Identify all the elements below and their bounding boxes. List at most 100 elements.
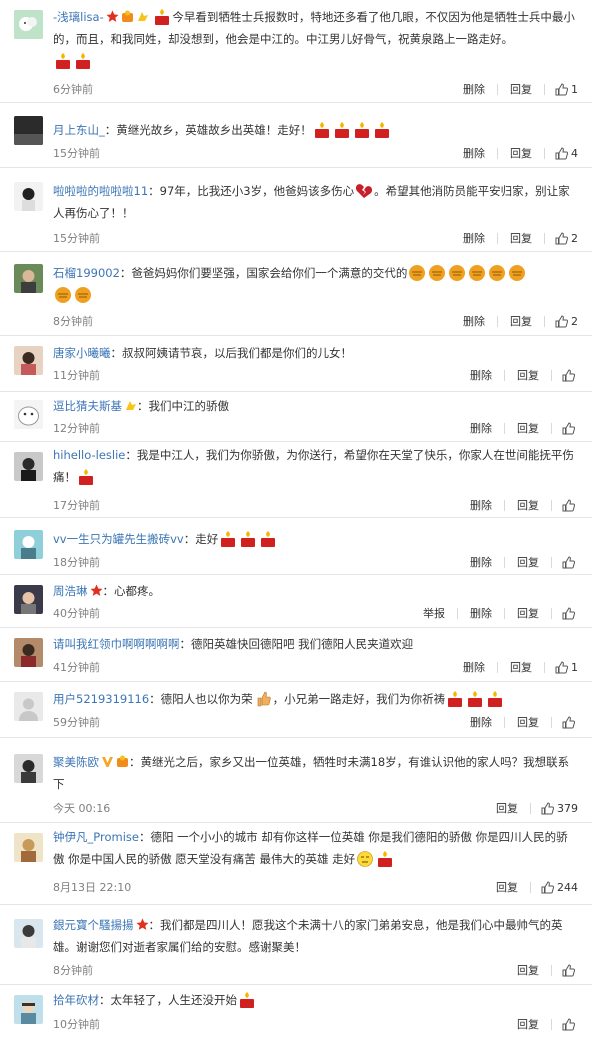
delete-button[interactable]: 删除: [468, 367, 494, 383]
delete-button[interactable]: 删除: [468, 714, 494, 730]
avatar[interactable]: [14, 754, 43, 783]
like-button[interactable]: [562, 606, 578, 620]
like-button[interactable]: 1: [555, 83, 578, 96]
comment-item: 石榴199002：爸爸妈妈你们要坚强，国家会给你们一个满意的交代的 8分钟前 删…: [0, 252, 592, 336]
thumbs-up-icon: [555, 231, 568, 244]
commenter-name[interactable]: 拾年砍材: [53, 993, 99, 1007]
reply-button[interactable]: 回复: [515, 1016, 541, 1032]
avatar[interactable]: [14, 400, 43, 429]
like-button[interactable]: 1: [555, 661, 578, 674]
thumbs-up-icon: [562, 1017, 575, 1030]
like-button[interactable]: [562, 368, 578, 382]
like-button[interactable]: [562, 1017, 578, 1031]
like-button[interactable]: [562, 555, 578, 569]
reply-button[interactable]: 回复: [494, 879, 520, 895]
avatar[interactable]: [14, 530, 43, 559]
like-button[interactable]: [562, 963, 578, 977]
commenter-name[interactable]: 周浩琳: [53, 584, 88, 598]
avatar[interactable]: [14, 264, 43, 293]
thumbs-up-icon: [555, 314, 568, 327]
like-count: 244: [557, 880, 578, 894]
reply-button[interactable]: 回复: [508, 145, 534, 161]
comment-item: 钟伊凡_Promise：德阳 一个小小的城市 却有你这样一位英雄 你是我们德阳的…: [0, 823, 592, 905]
avatar[interactable]: [14, 638, 43, 667]
like-count: 1: [571, 82, 578, 96]
avatar[interactable]: [14, 995, 43, 1024]
report-button[interactable]: 举报: [421, 605, 447, 621]
delete-button[interactable]: 删除: [461, 313, 487, 329]
reply-button[interactable]: 回复: [515, 714, 541, 730]
candle-emoji-icon: [56, 53, 70, 69]
like-button[interactable]: [562, 498, 578, 512]
like-button[interactable]: 4: [555, 147, 578, 160]
reply-button[interactable]: 回复: [515, 962, 541, 978]
red-star-badge-icon: [90, 584, 102, 596]
reply-button[interactable]: 回复: [515, 605, 541, 621]
fist-emoji-icon: [429, 265, 446, 281]
commenter-name[interactable]: 请叫我红领巾啊啊啊啊啊: [53, 637, 180, 651]
reply-button[interactable]: 回复: [515, 554, 541, 570]
commenter-name[interactable]: 銀元寶个騷揚揚: [53, 918, 134, 932]
like-button[interactable]: 2: [555, 232, 578, 245]
like-button[interactable]: [562, 715, 578, 729]
avatar[interactable]: [14, 452, 43, 481]
comment-time: 8分钟前: [53, 315, 93, 328]
delete-button[interactable]: 删除: [461, 230, 487, 246]
like-button[interactable]: 2: [555, 315, 578, 328]
commenter-name[interactable]: vv一生只为罐先生搬砖vv: [53, 532, 184, 546]
comment-item: 銀元寶个騷揚揚 ：我们都是四川人！愿我这个未满十八的家门弟弟安息，他是我们心中最帅…: [0, 905, 592, 985]
avatar[interactable]: [14, 919, 43, 948]
delete-button[interactable]: 删除: [468, 605, 494, 621]
avatar[interactable]: [14, 346, 43, 375]
delete-button[interactable]: 删除: [468, 554, 494, 570]
commenter-name[interactable]: 聚美陈欧: [53, 755, 99, 769]
reply-button[interactable]: 回复: [494, 800, 520, 816]
comment-time: 17分钟前: [53, 499, 100, 512]
avatar[interactable]: [14, 10, 43, 39]
yellow-badge-icon: [126, 401, 136, 410]
commenter-name[interactable]: hihello-leslie: [53, 448, 125, 462]
avatar[interactable]: [14, 116, 43, 145]
candle-emoji-icon: [378, 851, 393, 867]
like-button[interactable]: 379: [541, 802, 578, 815]
comment-time: 11分钟前: [53, 369, 100, 382]
delete-button[interactable]: 删除: [468, 497, 494, 513]
delete-button[interactable]: 删除: [461, 145, 487, 161]
candle-emoji-icon: [448, 691, 463, 707]
commenter-name[interactable]: 钟伊凡_Promise: [53, 830, 139, 844]
delete-button[interactable]: 删除: [461, 81, 487, 97]
thumbs-up-icon: [555, 146, 568, 159]
comment-text: 唐家小曦曦：叔叔阿姨请节哀，以后我们都是你们的儿女！: [53, 346, 352, 360]
commenter-name[interactable]: 啦啦啦的啦啦啦11: [53, 184, 148, 198]
comment-time: 8月13日 22:10: [53, 881, 132, 894]
comment-text: 周浩琳 ：心都疼。: [53, 584, 160, 598]
commenter-name[interactable]: 唐家小曦曦: [53, 346, 111, 360]
delete-button[interactable]: 删除: [468, 420, 494, 436]
avatar[interactable]: [14, 833, 43, 862]
delete-button[interactable]: 删除: [461, 659, 487, 675]
reply-button[interactable]: 回复: [508, 81, 534, 97]
comment-actions: 删除 回复 2: [461, 313, 578, 329]
reply-button[interactable]: 回复: [508, 313, 534, 329]
comment-actions: 删除 回复: [468, 367, 578, 383]
commenter-name[interactable]: 逗比猜夫斯基: [53, 399, 122, 413]
comment-actions: 举报 删除 回复: [421, 605, 578, 621]
comment-time: 6分钟前: [53, 83, 93, 96]
reply-button[interactable]: 回复: [508, 230, 534, 246]
commenter-name[interactable]: 用户5219319116: [53, 692, 149, 706]
reply-button[interactable]: 回复: [508, 659, 534, 675]
commenter-name[interactable]: 石榴199002: [53, 266, 120, 280]
comment-item: -浅璃lisa- 今早看到牺牲士兵报数时，特地还多看了他几眼，不仅因为他是牺牲士…: [0, 0, 592, 103]
like-count: 4: [571, 146, 578, 160]
like-button[interactable]: 244: [541, 881, 578, 894]
avatar[interactable]: [14, 692, 43, 721]
avatar[interactable]: [14, 585, 43, 614]
avatar[interactable]: [14, 182, 43, 211]
commenter-name[interactable]: -浅璃lisa-: [53, 10, 104, 24]
reply-button[interactable]: 回复: [515, 367, 541, 383]
reply-button[interactable]: 回复: [515, 420, 541, 436]
like-button[interactable]: [562, 421, 578, 435]
sad-face-emoji-icon: [357, 851, 373, 867]
commenter-name[interactable]: 月上东山_: [53, 123, 105, 137]
reply-button[interactable]: 回复: [515, 497, 541, 513]
